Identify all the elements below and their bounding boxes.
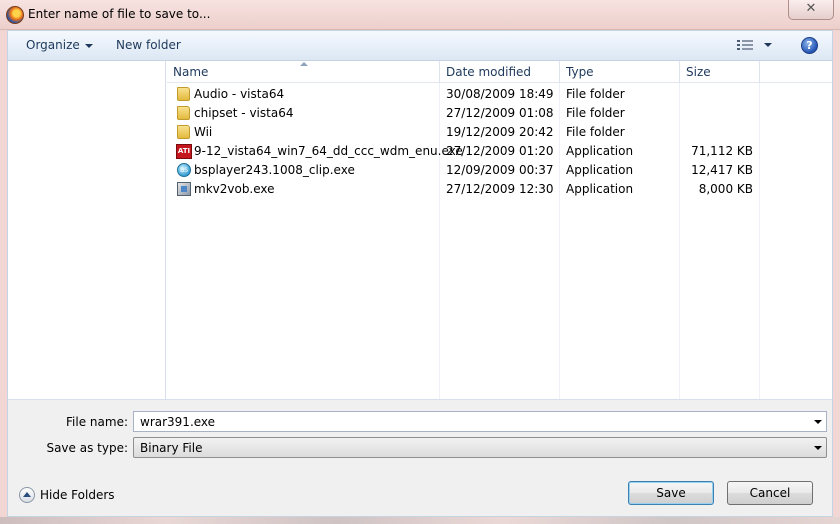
folder-icon: [177, 87, 190, 101]
file-browser: Name Date modified Type Size Audio - vis…: [7, 61, 833, 399]
save-as-type-select[interactable]: Binary File: [133, 437, 827, 458]
view-options-chevron-icon[interactable]: [764, 43, 772, 47]
file-size: 12,417 KB: [691, 163, 753, 177]
file-type: Application: [566, 182, 634, 196]
file-name: mkv2vob.exe: [194, 182, 275, 196]
file-date: 19/12/2009 20:42: [446, 125, 554, 139]
file-name: chipset - vista64: [194, 106, 294, 120]
file-name-value: wrar391.exe: [140, 415, 216, 429]
details-view-icon[interactable]: [737, 39, 753, 52]
application-icon: [177, 182, 191, 196]
save-as-type-label: Save as type:: [46, 441, 128, 455]
file-type: File folder: [566, 125, 625, 139]
help-icon[interactable]: ?: [801, 37, 818, 54]
toolbar: Organize New folder ?: [7, 30, 833, 61]
file-date: 27/12/2009 12:30: [446, 182, 554, 196]
folder-icon: [177, 125, 190, 139]
file-type: File folder: [566, 87, 625, 101]
file-date: 12/09/2009 00:37: [446, 163, 554, 177]
file-name: Audio - vista64: [194, 87, 285, 101]
background-strip: [0, 517, 840, 524]
chevron-down-icon: [84, 43, 93, 48]
save-as-type-value: Binary File: [140, 441, 203, 455]
column-header-name[interactable]: Name: [167, 61, 440, 83]
file-date: 30/08/2009 18:49: [446, 87, 554, 101]
file-size: [680, 85, 753, 104]
column-header-size[interactable]: Size: [680, 61, 760, 83]
file-date: 27/12/2009 01:20: [446, 144, 554, 158]
folder-icon: [177, 106, 190, 120]
column-header-name-label: Name: [173, 65, 209, 79]
organize-label: Organize: [26, 38, 80, 52]
file-name: 9-12_vista64_win7_64_dd_ccc_wdm_enu.exe: [194, 144, 463, 158]
file-type: Application: [566, 144, 634, 158]
sort-ascending-icon: [300, 62, 308, 66]
hide-folders-label: Hide Folders: [40, 488, 115, 502]
save-button[interactable]: Save: [628, 481, 714, 505]
file-size: 8,000 KB: [698, 182, 753, 196]
file-name-label: File name:: [66, 415, 128, 429]
file-date: 27/12/2009 01:08: [446, 106, 554, 120]
column-header-date[interactable]: Date modified: [440, 61, 560, 83]
file-name-input[interactable]: wrar391.exe: [133, 411, 827, 432]
file-row[interactable]: ATI 9-12_vista64_win7_64_dd_ccc_wdm_enu.…: [167, 142, 832, 161]
bsplayer-icon: BS: [177, 163, 191, 177]
file-row[interactable]: mkv2vob.exe 27/12/2009 12:30 Application…: [167, 180, 832, 199]
file-row[interactable]: Wii 19/12/2009 20:42 File folder: [167, 123, 832, 142]
file-row[interactable]: chipset - vista64 27/12/2009 01:08 File …: [167, 104, 832, 123]
file-name: Wii: [194, 125, 213, 139]
file-type: Application: [566, 163, 634, 177]
collapse-up-icon: [19, 487, 35, 503]
chevron-down-icon[interactable]: [814, 420, 822, 424]
cancel-button[interactable]: Cancel: [727, 481, 813, 505]
file-size: [680, 123, 753, 142]
new-folder-button[interactable]: New folder: [116, 38, 181, 52]
navigation-pane[interactable]: [8, 61, 166, 399]
file-name: bsplayer243.1008_clip.exe: [194, 163, 355, 177]
ati-installer-icon: ATI: [176, 144, 192, 159]
file-row[interactable]: Audio - vista64 30/08/2009 18:49 File fo…: [167, 85, 832, 104]
file-size: [680, 104, 753, 123]
file-row[interactable]: BS bsplayer243.1008_clip.exe 12/09/2009 …: [167, 161, 832, 180]
firefox-icon: [6, 6, 24, 24]
chevron-down-icon[interactable]: [814, 446, 822, 450]
save-form: File name: wrar391.exe Save as type: Bin…: [7, 399, 833, 517]
title-bar: Enter name of file to save to... ✕: [0, 0, 840, 30]
column-header-type[interactable]: Type: [560, 61, 680, 83]
file-type: File folder: [566, 106, 625, 120]
window-title: Enter name of file to save to...: [28, 7, 211, 21]
close-button[interactable]: ✕: [788, 0, 834, 20]
file-size: 71,112 KB: [691, 144, 753, 158]
column-header-row: Name Date modified Type Size: [167, 61, 832, 83]
organize-button[interactable]: Organize: [26, 38, 93, 52]
